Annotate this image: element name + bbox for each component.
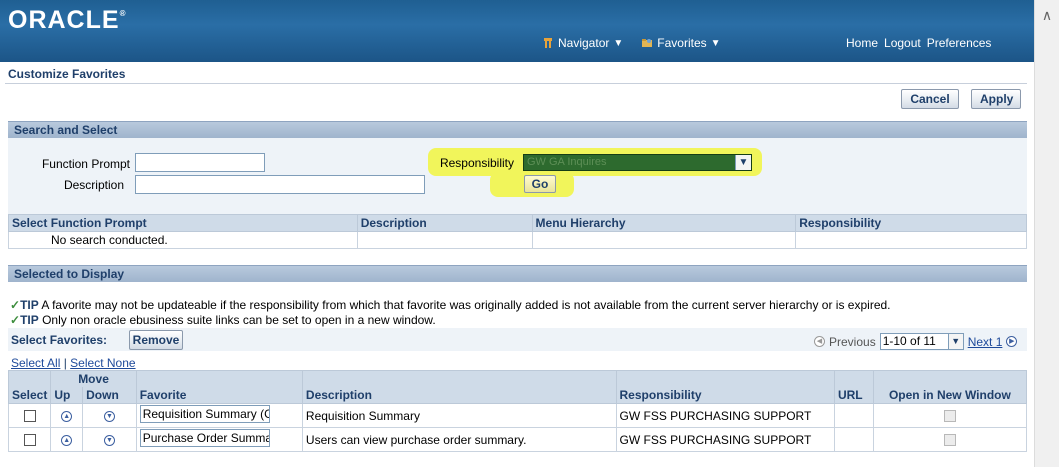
tip-1: ✓TIP A favorite may not be updateable if… bbox=[10, 298, 891, 312]
tip-check-icon: ✓ bbox=[10, 313, 21, 327]
col-url: URL bbox=[833, 370, 874, 404]
global-links: Home Logout Preferences bbox=[846, 36, 991, 50]
favorite-name-input[interactable]: Requisition Summary (G bbox=[139, 405, 270, 423]
navigator-icon bbox=[544, 38, 552, 48]
row-select-checkbox[interactable] bbox=[23, 434, 36, 447]
responsibility-dropdown-icon[interactable]: ▼ bbox=[735, 155, 751, 170]
move-down-icon[interactable]: ▼ bbox=[103, 410, 115, 422]
function-prompt-label: Function Prompt bbox=[41, 157, 130, 171]
move-up-icon[interactable]: ▲ bbox=[61, 410, 73, 422]
search-section-header: Search and Select bbox=[8, 121, 1027, 138]
header-menus: Navigator ▼ Favorites ▼ bbox=[542, 36, 721, 50]
favorites-folder-icon bbox=[642, 39, 653, 47]
responsibility-label: Responsibility bbox=[439, 156, 514, 170]
col-responsibility: Responsibility bbox=[795, 214, 1027, 232]
page-title: Customize Favorites bbox=[8, 67, 126, 81]
open-new-window-checkbox bbox=[943, 434, 956, 447]
description-label: Description bbox=[63, 178, 124, 192]
col-menu-hierarchy: Menu Hierarchy bbox=[531, 214, 797, 232]
home-link[interactable]: Home bbox=[846, 36, 878, 50]
apply-button[interactable]: Apply bbox=[971, 89, 1021, 109]
table-row: ▲ ▼ Purchase Order Summar Users can view… bbox=[7, 427, 1028, 452]
select-none-link[interactable]: Select None bbox=[70, 356, 135, 370]
col-description: Description bbox=[356, 214, 533, 232]
select-all-none: Select All | Select None bbox=[11, 356, 136, 370]
col-move: Move bbox=[50, 370, 137, 387]
move-down-icon[interactable]: ▼ bbox=[103, 434, 115, 446]
vertical-scrollbar[interactable]: ∧ bbox=[1034, 0, 1059, 467]
select-all-link[interactable]: Select All bbox=[11, 356, 60, 370]
col-favorite: Favorite bbox=[135, 370, 303, 404]
row-responsibility: GW FSS PURCHASING SUPPORT bbox=[615, 427, 835, 452]
row-select-checkbox[interactable] bbox=[23, 410, 36, 423]
col-description: Description bbox=[301, 370, 617, 404]
preferences-link[interactable]: Preferences bbox=[927, 36, 992, 50]
favorites-header-row-1: Select Move Favorite Description Respons… bbox=[7, 370, 1028, 404]
description-input[interactable] bbox=[135, 175, 425, 194]
select-favorites-label: Select Favorites: bbox=[11, 333, 108, 347]
row-url bbox=[833, 427, 874, 452]
open-new-window-checkbox bbox=[943, 410, 956, 423]
row-url bbox=[833, 403, 874, 428]
row-responsibility: GW FSS PURCHASING SUPPORT bbox=[615, 403, 835, 428]
scroll-up-icon[interactable]: ∧ bbox=[1038, 6, 1056, 24]
table-row: ▲ ▼ Requisition Summary (G Requisition S… bbox=[7, 403, 1028, 428]
favorite-name-input[interactable]: Purchase Order Summar bbox=[139, 429, 270, 447]
col-select: Select bbox=[7, 370, 52, 404]
pagination: ◀ Previous 1-10 of 11 ▼ Next 1 ▶ bbox=[814, 333, 1018, 350]
cancel-button[interactable]: Cancel bbox=[901, 89, 959, 109]
row-description: Requisition Summary bbox=[301, 403, 617, 428]
logout-link[interactable]: Logout bbox=[884, 36, 921, 50]
selected-section-header: Selected to Display bbox=[8, 265, 1027, 282]
col-select-function-prompt: Select Function Prompt bbox=[8, 214, 358, 232]
search-results-table: Select Function Prompt Description Menu … bbox=[8, 214, 1027, 249]
tip-check-icon: ✓ bbox=[10, 298, 21, 312]
oracle-customize-favorites-page: ORACLE® Navigator ▼ Favorites ▼ Home Log… bbox=[0, 0, 1059, 467]
col-down: Down bbox=[82, 387, 137, 404]
responsibility-select[interactable]: GW GA Inquires ▼ bbox=[523, 154, 752, 171]
search-results-header-row: Select Function Prompt Description Menu … bbox=[8, 214, 1027, 232]
function-prompt-input[interactable] bbox=[135, 153, 265, 172]
previous-link: Previous bbox=[829, 334, 876, 349]
range-dropdown-icon[interactable]: ▼ bbox=[947, 334, 963, 349]
col-up: Up bbox=[50, 387, 84, 404]
oracle-logo: ORACLE® bbox=[8, 6, 127, 34]
no-results-text: No search conducted. bbox=[8, 231, 358, 249]
col-responsibility: Responsibility bbox=[615, 370, 835, 404]
next-arrow-icon[interactable]: ▶ bbox=[1006, 336, 1018, 347]
range-select[interactable]: 1-10 of 11 ▼ bbox=[879, 333, 964, 350]
navigator-caret-icon: ▼ bbox=[613, 37, 624, 49]
go-button[interactable]: Go bbox=[524, 175, 556, 193]
navigator-menu[interactable]: Navigator ▼ bbox=[542, 36, 623, 50]
col-open-new-window: Open in New Window bbox=[872, 370, 1028, 404]
previous-arrow-icon: ◀ bbox=[814, 336, 825, 347]
row-description: Users can view purchase order summary. bbox=[301, 427, 617, 452]
favorites-caret-icon: ▼ bbox=[710, 37, 721, 49]
tip-2: ✓TIP Only non oracle ebusiness suite lin… bbox=[10, 313, 436, 327]
next-link[interactable]: Next 1 bbox=[968, 335, 1003, 349]
global-header: ORACLE® Navigator ▼ Favorites ▼ Home Log… bbox=[0, 0, 1034, 62]
move-up-icon[interactable]: ▲ bbox=[61, 434, 73, 446]
favorites-table: Select Move Favorite Description Respons… bbox=[7, 370, 1028, 452]
favorites-menu[interactable]: Favorites ▼ bbox=[641, 36, 721, 50]
table-row: No search conducted. bbox=[8, 231, 1027, 249]
remove-button[interactable]: Remove bbox=[129, 330, 183, 350]
title-divider bbox=[5, 83, 1027, 84]
